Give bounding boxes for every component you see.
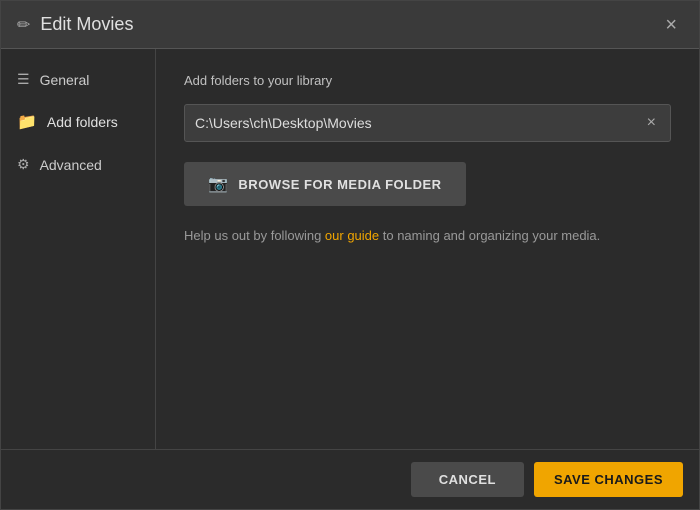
hamburger-icon: ☰ — [17, 71, 30, 88]
footer: CANCEL SAVE CHANGES — [1, 449, 699, 509]
sidebar-item-label-add-folders: Add folders — [47, 114, 118, 130]
title-bar-left: ✏ Edit Movies — [17, 14, 133, 35]
browse-button-label: BROWSE FOR MEDIA FOLDER — [238, 177, 441, 192]
guide-text-before: Help us out by following — [184, 228, 325, 243]
folder-icon: 📁 — [17, 112, 37, 132]
close-button[interactable]: × — [659, 13, 683, 37]
sidebar-item-add-folders[interactable]: 📁 Add folders — [1, 100, 155, 144]
edit-icon: ✏ — [17, 15, 30, 35]
sidebar-item-label-advanced: Advanced — [40, 157, 102, 173]
save-changes-button[interactable]: SAVE CHANGES — [534, 462, 683, 497]
main-content: Add folders to your library × 📷 BROWSE F… — [156, 49, 699, 449]
folder-input-row: × — [184, 104, 671, 142]
sidebar: ☰ General 📁 Add folders ⚙ Advanced — [1, 49, 156, 449]
folder-path-input[interactable] — [195, 105, 643, 141]
section-title: Add folders to your library — [184, 73, 671, 88]
sidebar-item-label-general: General — [40, 72, 90, 88]
camera-icon: 📷 — [208, 174, 228, 194]
guide-text: Help us out by following our guide to na… — [184, 226, 671, 246]
dialog-title: Edit Movies — [40, 14, 133, 35]
browse-media-folder-button[interactable]: 📷 BROWSE FOR MEDIA FOLDER — [184, 162, 466, 206]
sidebar-item-general[interactable]: ☰ General — [1, 59, 155, 100]
guide-link[interactable]: our guide — [325, 228, 379, 243]
gear-icon: ⚙ — [17, 156, 30, 173]
sidebar-item-advanced[interactable]: ⚙ Advanced — [1, 144, 155, 185]
guide-text-after: to naming and organizing your media. — [379, 228, 600, 243]
folder-clear-button[interactable]: × — [643, 114, 660, 132]
cancel-button[interactable]: CANCEL — [411, 462, 524, 497]
title-bar: ✏ Edit Movies × — [1, 1, 699, 49]
edit-movies-dialog: ✏ Edit Movies × ☰ General 📁 Add folders … — [0, 0, 700, 510]
content-area: ☰ General 📁 Add folders ⚙ Advanced Add f… — [1, 49, 699, 449]
